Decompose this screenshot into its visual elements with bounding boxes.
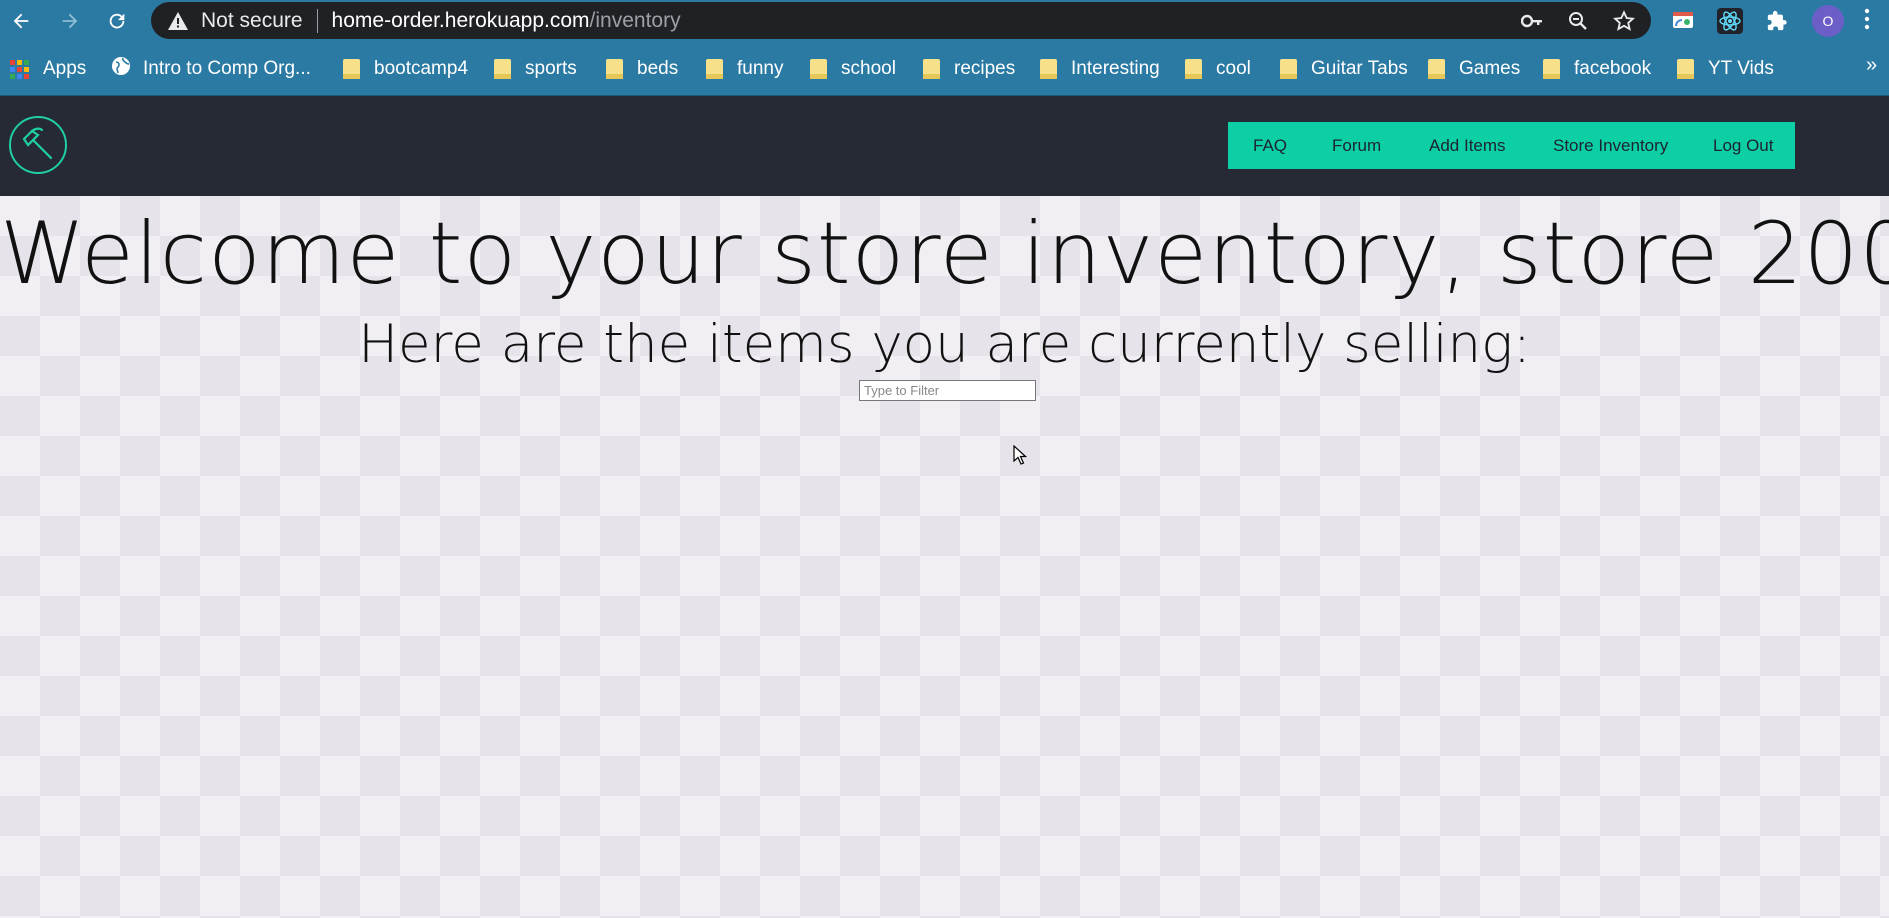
hammer-icon[interactable]	[9, 116, 67, 174]
bookmark-apps[interactable]: Apps	[10, 55, 86, 83]
folder-icon	[923, 59, 940, 79]
nav-forum[interactable]: Forum	[1332, 122, 1381, 169]
bookmark-label: Guitar Tabs	[1311, 58, 1408, 79]
folder-icon	[1428, 59, 1445, 79]
zoom-icon[interactable]	[1565, 8, 1591, 34]
bookmark-label: funny	[737, 58, 784, 79]
bookmark-guitar-tabs[interactable]: Guitar Tabs	[1280, 55, 1408, 83]
folder-icon	[706, 59, 723, 79]
bookmarks-bar: Apps Intro to Comp Org... bootcamp4 spor…	[0, 41, 1889, 96]
page-title: Welcome to your store inventory, store 2…	[0, 204, 1889, 304]
reload-icon[interactable]	[102, 6, 132, 36]
bookmark-facebook[interactable]: facebook	[1543, 55, 1651, 83]
bookmark-yt-vids[interactable]: YT Vids	[1677, 55, 1774, 83]
folder-icon	[1040, 59, 1057, 79]
bookmark-label: Apps	[43, 58, 87, 79]
bookmark-label: Interesting	[1071, 58, 1160, 79]
bookmark-label: sports	[525, 58, 577, 79]
bookmark-label: bootcamp4	[374, 58, 469, 79]
bookmark-label: Intro to Comp Org...	[143, 58, 311, 79]
extensions-puzzle-icon[interactable]	[1764, 8, 1790, 34]
bookmark-beds[interactable]: beds	[606, 55, 678, 83]
back-icon[interactable]	[6, 6, 36, 36]
address-bar[interactable]: Not secure home-order.herokuapp.com/inve…	[151, 2, 1651, 39]
url-path: /inventory	[589, 8, 681, 32]
more-bookmarks-icon[interactable]: »	[1866, 54, 1877, 77]
filter-input[interactable]	[859, 380, 1036, 401]
folder-icon	[494, 59, 511, 79]
inventory-page: Welcome to your store inventory, store 2…	[0, 196, 1889, 918]
bookmark-label: YT Vids	[1708, 58, 1774, 79]
bookmark-interesting[interactable]: Interesting	[1040, 55, 1160, 83]
key-icon[interactable]	[1519, 8, 1545, 34]
folder-icon	[1185, 59, 1202, 79]
nav-store-inventory[interactable]: Store Inventory	[1553, 122, 1668, 169]
main-nav: FAQ Forum Add Items Store Inventory Log …	[1228, 122, 1795, 169]
url-host: home-order.herokuapp.com	[331, 8, 590, 32]
bookmark-games[interactable]: Games	[1428, 55, 1520, 83]
folder-icon	[810, 59, 827, 79]
mouse-cursor-icon	[1013, 444, 1028, 470]
bookmark-label: cool	[1216, 58, 1251, 79]
profile-avatar[interactable]: O	[1812, 5, 1844, 37]
site-header: FAQ Forum Add Items Store Inventory Log …	[0, 96, 1889, 196]
bookmark-label: beds	[637, 58, 679, 79]
bookmark-recipes[interactable]: recipes	[923, 55, 1015, 83]
bookmark-label: facebook	[1574, 58, 1652, 79]
menu-kebab-icon[interactable]	[1864, 8, 1870, 36]
browser-toolbar: Not secure home-order.herokuapp.com/inve…	[0, 0, 1889, 41]
bookmark-bootcamp4[interactable]: bootcamp4	[343, 55, 468, 83]
nav-log-out[interactable]: Log Out	[1713, 122, 1774, 169]
bookmark-school[interactable]: school	[810, 55, 896, 83]
nav-add-items[interactable]: Add Items	[1429, 122, 1506, 169]
globe-icon	[111, 56, 131, 82]
star-icon[interactable]	[1611, 8, 1637, 34]
folder-icon	[606, 59, 623, 79]
bookmark-sports[interactable]: sports	[494, 55, 577, 83]
cast-extension-icon[interactable]	[1670, 8, 1696, 34]
folder-icon	[1677, 59, 1694, 79]
bookmark-intro-comp-org[interactable]: Intro to Comp Org...	[111, 55, 311, 83]
bookmark-label: Games	[1459, 58, 1521, 79]
folder-icon	[343, 59, 360, 79]
forward-icon[interactable]	[55, 6, 85, 36]
bookmark-funny[interactable]: funny	[706, 55, 783, 83]
address-divider	[316, 8, 318, 33]
bookmark-label: recipes	[954, 58, 1016, 79]
bookmark-label: school	[841, 58, 896, 79]
warning-icon[interactable]	[167, 10, 189, 32]
react-devtools-icon[interactable]	[1717, 8, 1743, 34]
apps-grid-icon	[10, 59, 29, 79]
nav-faq[interactable]: FAQ	[1253, 122, 1287, 169]
folder-icon	[1280, 59, 1297, 79]
folder-icon	[1543, 59, 1560, 79]
bookmark-cool[interactable]: cool	[1185, 55, 1251, 83]
security-status[interactable]: Not secure	[201, 9, 303, 33]
page-subtitle: Here are the items you are currently sel…	[358, 314, 1531, 375]
